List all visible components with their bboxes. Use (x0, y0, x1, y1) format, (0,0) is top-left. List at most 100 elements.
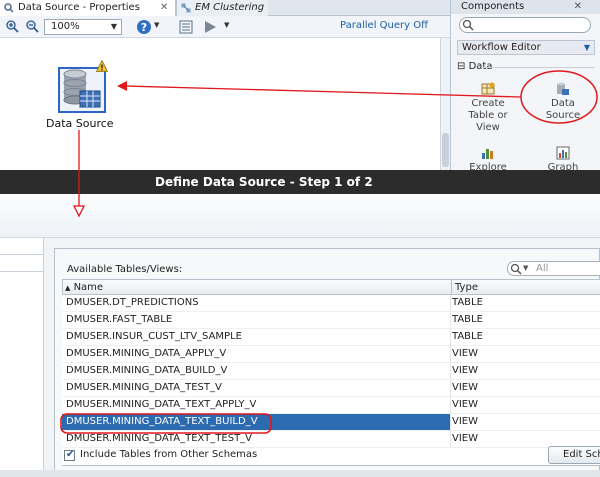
table-type-cell: TABLE (452, 314, 483, 325)
collapse-icon[interactable]: ⊟ (457, 61, 465, 72)
table-row[interactable]: DMUSER.MINING_DATA_TEXT_BUILD_V VIEW (62, 414, 600, 431)
parallel-query-link[interactable]: Parallel Query Off (340, 20, 428, 31)
dialog-title: Define Data Source - Step 1 of 2 (155, 175, 373, 189)
create-table-or-view-label: Create Table or View (468, 98, 508, 133)
include-other-schemas-checkbox[interactable]: ✔ (64, 449, 75, 461)
dialog-title-bar[interactable]: Define Data Source - Step 1 of 2 (0, 170, 600, 194)
table-type-cell: TABLE (452, 297, 483, 308)
data-source-palette-label: Data Source (545, 98, 581, 121)
editor-tabbar: Data Source - Properties ✕ EM Clustering (0, 0, 450, 16)
filter-dropdown-icon[interactable]: ▼ (523, 264, 528, 272)
workflow-editor-value: Workflow Editor (462, 42, 541, 53)
run-icon[interactable] (202, 19, 218, 35)
sort-ascending-icon: ▲ (65, 284, 71, 292)
column-divider[interactable] (451, 280, 452, 295)
properties-icon (4, 3, 14, 13)
cell-divider (450, 346, 451, 363)
zoom-value: 100% (51, 21, 80, 32)
table-row[interactable]: DMUSER.MINING_DATA_BUILD_V VIEW (62, 363, 600, 380)
cell-divider (450, 397, 451, 414)
table-row[interactable]: DMUSER.MINING_DATA_TEXT_TEST_V VIEW (62, 431, 600, 448)
table-type-cell: VIEW (452, 382, 478, 393)
workflow-icon (181, 3, 191, 13)
create-table-or-view-item[interactable]: Create Table or View (465, 82, 511, 134)
edit-schemas-button[interactable]: Edit Sche (548, 446, 600, 464)
table-row[interactable]: DMUSER.DT_PREDICTIONS TABLE (62, 295, 600, 312)
table-row[interactable]: DMUSER.INSUR_CUST_LTV_SAMPLE TABLE (62, 329, 600, 346)
workflow-editor-select[interactable]: Workflow Editor ▼ (457, 40, 595, 55)
type-column-header[interactable]: Type (455, 282, 478, 293)
zoom-out-icon[interactable] (26, 20, 39, 33)
name-column-header[interactable]: ▲ Name (65, 282, 103, 293)
section-divider (481, 67, 595, 68)
svg-text:?: ? (141, 21, 147, 34)
table-type-cell: VIEW (452, 399, 478, 410)
canvas-vertical-scrollbar[interactable] (440, 38, 450, 170)
table-type-cell: VIEW (451, 414, 600, 430)
run-menu-arrow-icon[interactable]: ▼ (224, 21, 229, 29)
table-name-cell: DMUSER.MINING_DATA_APPLY_V (66, 348, 227, 359)
explore-icon (482, 149, 493, 159)
components-palette: Components ✕ Workflow Editor ▼ ⊟ Data Cr… (450, 0, 600, 173)
left-panel-row[interactable] (0, 254, 44, 272)
create-table-icon (481, 82, 495, 95)
zoom-select[interactable]: 100% ▼ (44, 19, 122, 35)
table-type-cell: VIEW (452, 348, 478, 359)
grid-header: ▲ Name Type (62, 279, 600, 295)
table-name-cell: DMUSER.MINING_DATA_BUILD_V (66, 365, 228, 376)
close-icon[interactable]: ✕ (160, 0, 168, 15)
svg-text:!: ! (100, 64, 104, 73)
data-source-node[interactable] (58, 67, 106, 113)
table-type-cell: VIEW (452, 365, 478, 376)
chevron-down-icon: ▼ (110, 22, 117, 31)
tab-data-source-properties[interactable]: Data Source - Properties ✕ (0, 0, 176, 16)
checkmark-icon: ✔ (66, 449, 75, 460)
data-source-palette-item[interactable]: Data Source (533, 82, 593, 122)
chevron-down-icon: ▼ (583, 43, 590, 52)
include-other-schemas-label: Include Tables from Other Schemas (80, 449, 258, 460)
cell-divider (450, 363, 451, 380)
scrollbar-thumb[interactable] (442, 133, 449, 167)
zoom-in-icon[interactable] (6, 20, 19, 33)
tab-em-clustering[interactable]: EM Clustering (176, 0, 268, 16)
tables-filter-input[interactable]: ▼ All (507, 261, 600, 276)
cell-divider (450, 431, 451, 448)
dialog-bottom-strip (0, 470, 600, 477)
tab-label: Data Source - Properties (18, 2, 140, 13)
available-tables-label: Available Tables/Views: (67, 264, 183, 275)
dialog-left-panel (0, 238, 44, 477)
data-source-node-label: Data Source (46, 117, 114, 130)
filter-placeholder: All (536, 263, 549, 274)
cell-divider (450, 380, 451, 397)
properties-sheet-icon[interactable] (178, 19, 194, 35)
table-name-cell: DMUSER.MINING_DATA_TEST_V (66, 382, 222, 393)
table-name-cell: DMUSER.MINING_DATA_TEXT_APPLY_V (66, 399, 257, 410)
cell-divider (450, 312, 451, 329)
graph-icon (556, 146, 570, 160)
table-name-cell: DMUSER.FAST_TABLE (66, 314, 173, 325)
tables-grid[interactable]: ▲ Name Type DMUSER.DT_PREDICTIONS TABLE DM… (62, 279, 600, 466)
components-search-input[interactable] (459, 17, 591, 33)
table-row[interactable]: DMUSER.MINING_DATA_TEXT_APPLY_V VIEW (62, 397, 600, 414)
editor-toolbar: 100% ▼ ? ▼ ▼ Parallel Query Off (0, 16, 450, 38)
warning-icon: ! (96, 60, 108, 72)
search-icon (462, 19, 474, 31)
database-icon (63, 69, 101, 108)
table-row[interactable]: DMUSER.MINING_DATA_APPLY_V VIEW (62, 346, 600, 363)
table-row[interactable]: DMUSER.MINING_DATA_TEST_V VIEW (62, 380, 600, 397)
components-title: Components (461, 1, 525, 12)
close-icon[interactable]: ✕ (574, 0, 582, 13)
table-name-cell: DMUSER.MINING_DATA_TEXT_TEST_V (66, 433, 253, 444)
cell-divider (450, 329, 451, 346)
table-row[interactable]: DMUSER.FAST_TABLE TABLE (62, 312, 600, 329)
components-header: Components ✕ (451, 0, 600, 14)
help-icon[interactable]: ? (136, 19, 152, 35)
table-name-cell: DMUSER.DT_PREDICTIONS (66, 297, 199, 308)
cell-divider (450, 295, 451, 312)
data-source-icon (557, 82, 569, 95)
search-icon (510, 263, 522, 275)
help-menu-arrow-icon[interactable]: ▼ (154, 21, 159, 29)
tab-label: EM Clustering (195, 2, 265, 13)
dialog-header-band (0, 194, 600, 238)
table-name-cell: DMUSER.INSUR_CUST_LTV_SAMPLE (66, 331, 242, 342)
